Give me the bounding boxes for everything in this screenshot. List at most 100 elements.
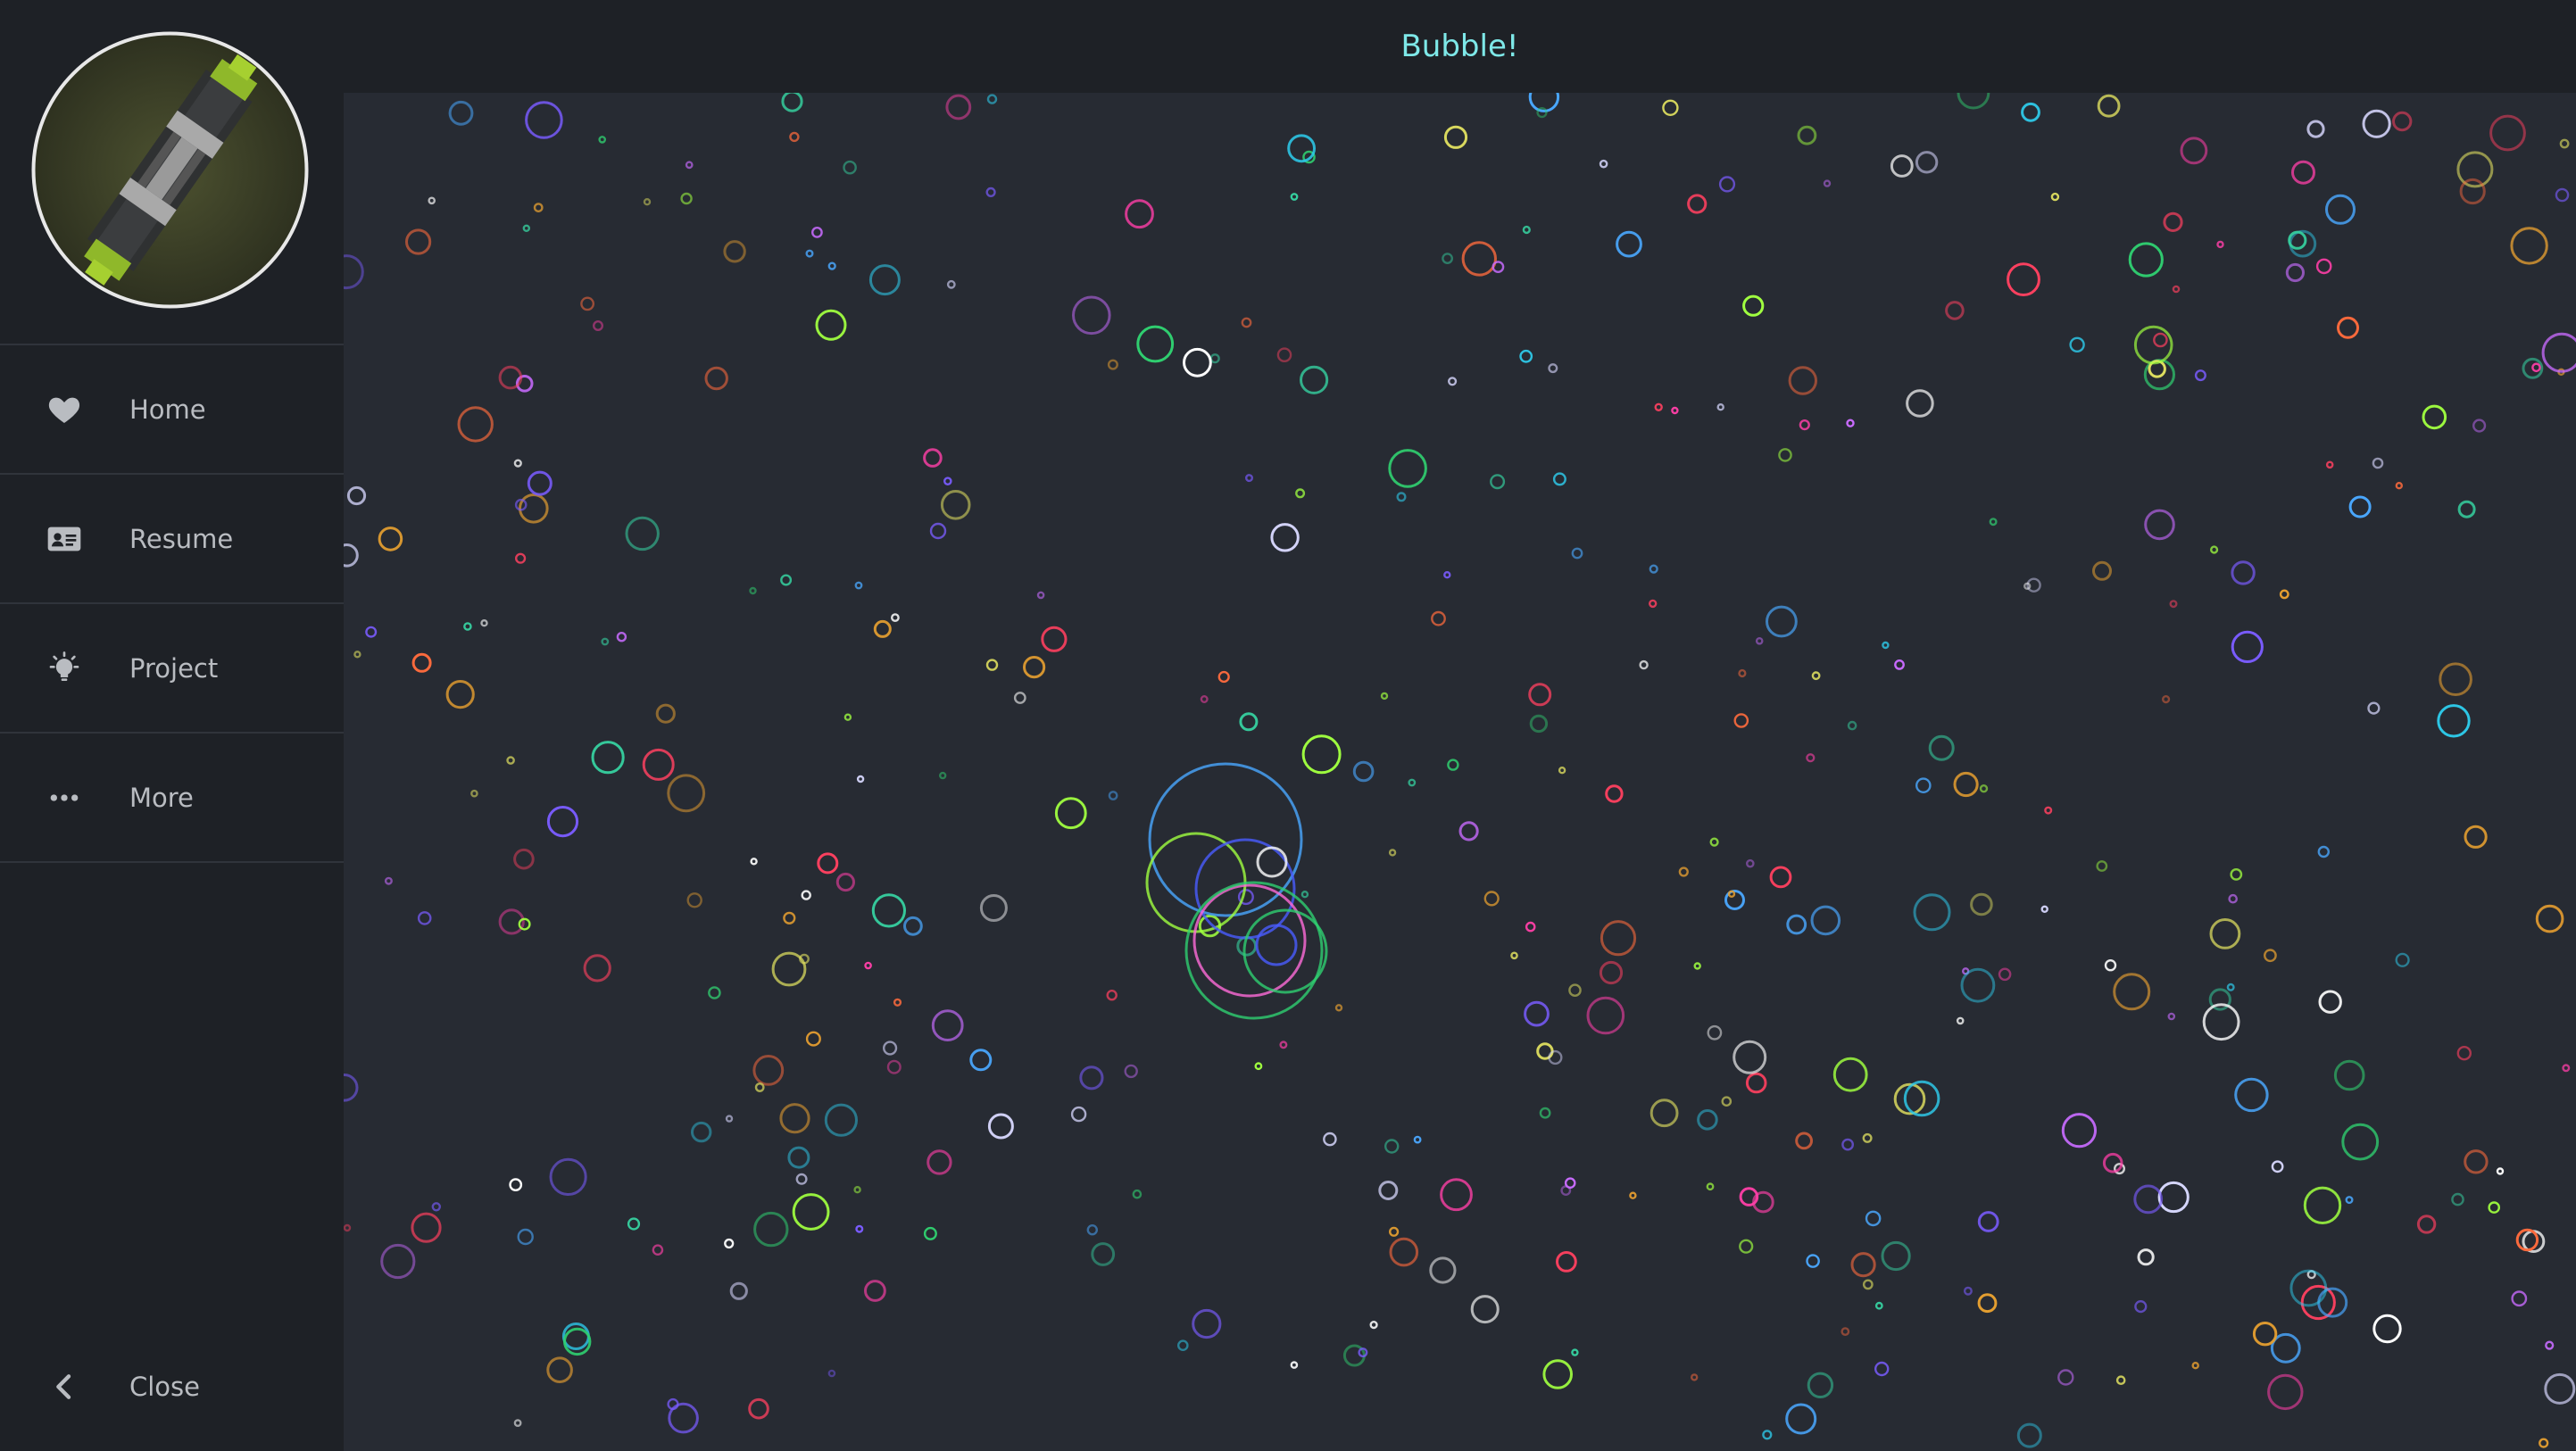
bubble	[1690, 1373, 1699, 1381]
bubble	[1036, 591, 1045, 600]
app-window: Home Resume Project More Close Bubble!	[0, 0, 2576, 1451]
bubble	[2061, 1113, 2098, 1148]
bubble	[1276, 347, 1292, 363]
bubble	[2163, 211, 2183, 232]
bubble	[824, 1103, 859, 1137]
bubble	[795, 1173, 808, 1185]
bubble	[1806, 753, 1816, 763]
sidebar-item-project[interactable]: Project	[0, 604, 344, 734]
bubble	[1519, 349, 1533, 363]
bubble	[1429, 1256, 1457, 1284]
bubble	[2416, 1215, 2437, 1234]
bubble	[2113, 973, 2151, 1011]
bubble	[827, 261, 836, 270]
bubble	[1953, 771, 1979, 798]
bubble	[1739, 1239, 1754, 1254]
bubble	[2230, 868, 2243, 881]
bubble	[1716, 403, 1724, 411]
bubble	[1960, 967, 1996, 1003]
bubble	[1706, 1182, 1715, 1191]
bubble	[1797, 125, 1817, 145]
bubble	[2562, 1064, 2571, 1073]
bubble	[1599, 159, 1608, 169]
bubble	[643, 197, 652, 206]
sidebar-item-home[interactable]: Home	[0, 345, 344, 475]
bubble	[1745, 1072, 1767, 1094]
bubble	[1548, 363, 1558, 374]
bubble	[1106, 990, 1118, 1001]
bubble	[1287, 134, 1316, 163]
bubble	[2210, 545, 2219, 554]
bubble	[1989, 518, 1998, 527]
bubble	[1290, 193, 1299, 201]
bubble	[561, 1322, 590, 1350]
bubble	[1894, 659, 1905, 670]
bubble	[2137, 1248, 2155, 1266]
page-title: Bubble!	[1400, 29, 1519, 64]
bubble	[667, 774, 706, 813]
bubble	[1738, 668, 1747, 678]
bubble	[1881, 1240, 1911, 1272]
sidebar: Home Resume Project More Close	[0, 0, 345, 1451]
bubble	[2069, 336, 2085, 352]
bubble	[1671, 406, 1679, 415]
bubble	[945, 94, 972, 120]
sidebar-item-label: More	[129, 782, 194, 813]
bubble	[1389, 1237, 1419, 1267]
bubble	[1806, 1254, 1820, 1268]
capacitor-pixel-art-icon[interactable]	[31, 31, 309, 309]
bubble	[1245, 474, 1254, 483]
sidebar-item-resume[interactable]: Resume	[0, 475, 344, 604]
bubble	[506, 756, 515, 765]
bubble	[1733, 713, 1749, 728]
bubble	[2345, 1196, 2354, 1205]
bubble	[886, 1059, 902, 1074]
bubble	[1823, 179, 1832, 187]
close-label: Close	[129, 1371, 200, 1402]
bubble	[2194, 369, 2206, 382]
bubble	[2535, 904, 2564, 933]
bubble	[853, 1185, 861, 1194]
bubble	[2395, 952, 2410, 967]
bubble	[1957, 93, 1990, 110]
bubble	[549, 1157, 587, 1197]
bubble	[593, 320, 604, 332]
bubble	[652, 1244, 664, 1256]
bubble	[2372, 1314, 2402, 1344]
bubble	[2472, 419, 2487, 433]
bubble	[546, 1356, 573, 1383]
bubble	[1183, 347, 1212, 377]
sidebar-item-label: Resume	[129, 523, 234, 554]
bubble	[1334, 1004, 1343, 1012]
bubble	[2128, 242, 2164, 278]
bubble	[1648, 599, 1658, 609]
sidebar-item-more[interactable]: More	[0, 734, 344, 863]
bubble	[843, 713, 852, 721]
close-sidebar-button[interactable]: Close	[0, 1322, 344, 1451]
bubble	[1369, 1320, 1378, 1330]
bubble	[1721, 1096, 1733, 1107]
bubble	[1832, 1057, 1868, 1092]
bubble	[985, 187, 996, 198]
bubble	[1536, 107, 1548, 119]
bubble	[2459, 178, 2486, 205]
bubble	[2337, 316, 2359, 339]
bubble	[1542, 1359, 1573, 1389]
bubble	[2279, 589, 2289, 600]
bubble	[2285, 262, 2305, 283]
bubble-canvas[interactable]	[344, 93, 2576, 1451]
bubble	[1785, 1403, 1817, 1435]
bubble	[2021, 102, 2040, 122]
bubble	[1443, 125, 1468, 149]
bubble	[680, 192, 693, 205]
bubble	[2464, 825, 2488, 849]
bubble	[2144, 509, 2175, 541]
bubble	[513, 848, 535, 870]
bubble	[2489, 114, 2526, 152]
bubble	[753, 1211, 789, 1248]
bubble	[1023, 656, 1046, 679]
bubble	[927, 1149, 952, 1175]
id-card-icon	[47, 527, 81, 551]
bubble	[805, 249, 814, 258]
bubble	[1687, 194, 1708, 214]
